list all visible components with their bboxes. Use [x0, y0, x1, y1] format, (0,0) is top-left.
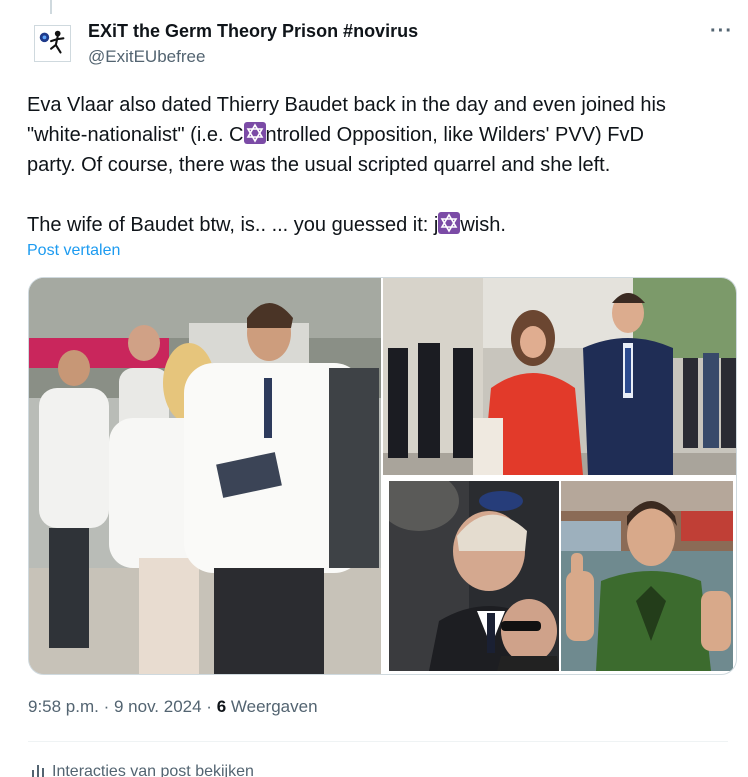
soccer-kick-icon — [35, 26, 70, 61]
photo-street-campaign[interactable] — [29, 278, 381, 674]
translate-link[interactable]: Post vertalen — [27, 242, 120, 260]
meta-separator: · — [98, 697, 114, 716]
photo-man-kippah[interactable] — [389, 481, 559, 671]
tweet-line-5a: The wife of Baudet btw, is.. ... you gue… — [27, 214, 439, 236]
more-options-icon[interactable]: ··· — [710, 20, 733, 43]
media-grid — [28, 277, 737, 675]
view-interactions-link[interactable]: Interacties van post bekijken — [30, 762, 254, 777]
author-name[interactable]: EXiT the Germ Theory Prison #novirus — [88, 21, 418, 42]
tweet-text: Eva Vlaar also dated Thierry Baudet back… — [27, 90, 727, 240]
author-handle[interactable]: @ExitEUbefree — [88, 47, 205, 67]
bar-chart-icon — [30, 762, 46, 777]
meta-separator: · — [201, 697, 217, 716]
tweet-line-3: party. Of course, there was the usual sc… — [27, 154, 611, 176]
view-interactions-label: Interacties van post bekijken — [52, 763, 254, 777]
star-of-david-icon — [438, 212, 461, 234]
thread-connector — [50, 0, 52, 14]
avatar[interactable] — [34, 25, 71, 62]
divider — [28, 741, 728, 742]
views-count: 6 — [216, 697, 227, 716]
tweet-time[interactable]: 9:58 p.m. — [28, 697, 99, 716]
tweet-line-2a: "white-nationalist" (i.e. C — [27, 124, 244, 146]
tweet-line-5b: wish. — [460, 214, 506, 236]
tweet-meta: 9:58 p.m. · 9 nov. 2024 · 6 Weergaven — [28, 697, 318, 717]
tweet-line-2b: ntrolled Opposition, like Wilders' PVV) … — [265, 124, 644, 146]
star-of-david-icon — [243, 122, 266, 144]
photo-man-green-shirt[interactable] — [561, 481, 733, 671]
tweet-line-1: Eva Vlaar also dated Thierry Baudet back… — [27, 94, 666, 116]
tweet-date[interactable]: 9 nov. 2024 — [114, 697, 202, 716]
photo-couple-event[interactable] — [383, 278, 736, 475]
views-label: Weergaven — [230, 697, 318, 716]
